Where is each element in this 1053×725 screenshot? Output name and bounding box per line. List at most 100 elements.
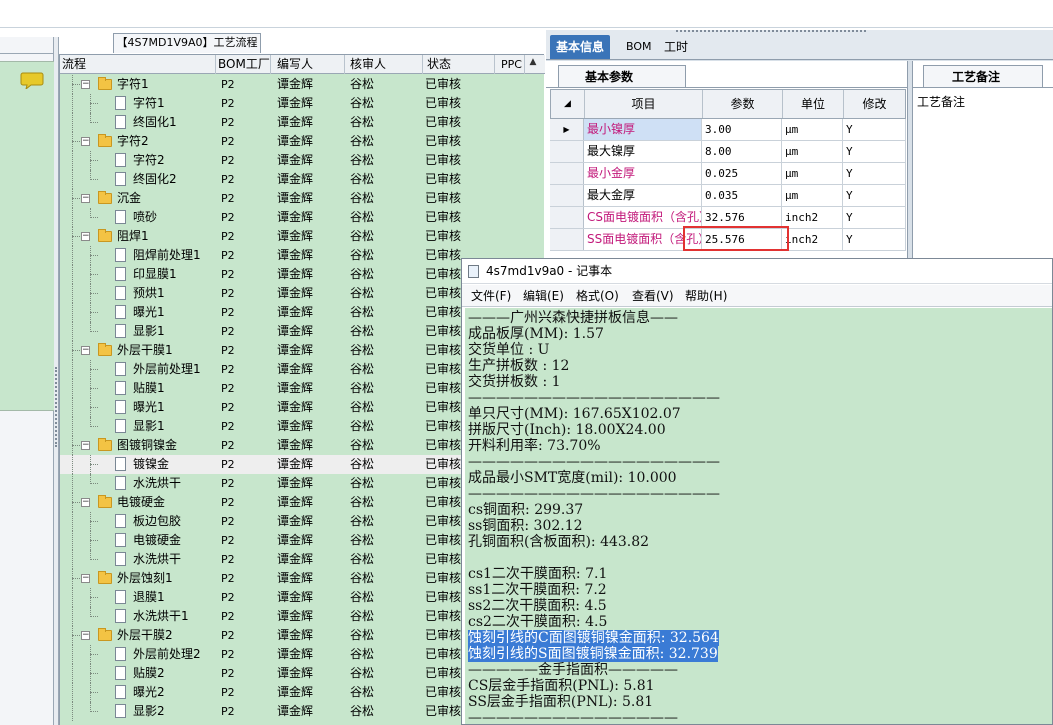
tree-connector: [72, 493, 73, 512]
tree-row-status: 已审核: [425, 343, 461, 357]
param-row[interactable]: 最大金厚 0.035 μm Y: [550, 185, 906, 207]
param-unit[interactable]: μm: [782, 185, 843, 206]
tree-item-row[interactable]: 喷砂 P2 谭金辉 谷松 已审核: [60, 208, 545, 227]
collapse-icon[interactable]: −: [81, 80, 90, 89]
tab-basic-info[interactable]: 基本信息: [550, 35, 611, 59]
row-selector-icon[interactable]: [550, 207, 584, 228]
notepad-line: ——————————————————: [468, 486, 720, 502]
process-notes-field[interactable]: 工艺备注: [917, 93, 965, 110]
tree-row-status: 已审核: [425, 590, 461, 604]
tree-item-row[interactable]: 终固化1 P2 谭金辉 谷松 已审核: [60, 113, 545, 132]
param-unit[interactable]: μm: [782, 141, 843, 162]
tree-connector: [72, 151, 73, 170]
collapse-icon[interactable]: −: [81, 631, 90, 640]
row-selector-icon[interactable]: [550, 163, 584, 184]
collapse-icon[interactable]: −: [81, 346, 90, 355]
param-name[interactable]: CS面电镀面积（含孔）: [584, 207, 702, 228]
param-modify[interactable]: Y: [843, 119, 906, 140]
notepad-selected-line: 蚀刻引线的S面图镀铜镍金面积: 32.739: [468, 646, 718, 662]
header-ppc[interactable]: PPC: [495, 55, 525, 74]
row-selector-icon[interactable]: ▶: [550, 119, 584, 140]
param-name[interactable]: 最小金厚: [584, 163, 702, 184]
grid-header-modify[interactable]: 修改: [844, 90, 905, 118]
param-value[interactable]: 8.00: [702, 141, 782, 162]
param-modify[interactable]: Y: [843, 185, 906, 206]
tab-basic-params[interactable]: 基本参数: [558, 65, 686, 87]
folder-icon: [98, 628, 112, 641]
tree-row-author: 谭金辉: [277, 571, 314, 585]
row-selector-icon[interactable]: [550, 229, 584, 250]
header-bom[interactable]: BOM工厂: [216, 55, 271, 74]
param-modify[interactable]: Y: [843, 141, 906, 162]
collapse-icon[interactable]: −: [81, 137, 90, 146]
grid-corner-icon[interactable]: ◢: [551, 90, 585, 118]
grid-header-unit[interactable]: 单位: [783, 90, 844, 118]
tab-bom[interactable]: BOM: [620, 35, 658, 59]
collapse-icon[interactable]: −: [81, 498, 90, 507]
param-value[interactable]: 0.035: [702, 185, 782, 206]
grid-header-param[interactable]: 参数: [703, 90, 783, 118]
tree-row-checker: 谷松: [350, 115, 375, 129]
tree-folder-row[interactable]: − 字符1 P2 谭金辉 谷松 已审核: [60, 75, 545, 94]
param-value[interactable]: 32.576: [702, 207, 782, 228]
document-icon: [115, 704, 126, 718]
tree-row-author: 谭金辉: [277, 324, 314, 338]
param-row[interactable]: 最大镍厚 8.00 μm Y: [550, 141, 906, 163]
tree-item-row[interactable]: 字符2 P2 谭金辉 谷松 已审核: [60, 151, 545, 170]
param-row[interactable]: ▶ 最小镍厚 3.00 μm Y: [550, 119, 906, 141]
param-unit[interactable]: μm: [782, 119, 843, 140]
header-status[interactable]: 状态: [423, 55, 495, 74]
tree-connector: [90, 160, 98, 161]
param-unit[interactable]: inch2: [782, 229, 843, 250]
param-row[interactable]: 最小金厚 0.025 μm Y: [550, 163, 906, 185]
tree-folder-row[interactable]: − 阻焊1 P2 谭金辉 谷松 已审核: [60, 227, 545, 246]
tree-connector: [90, 293, 98, 294]
tree-item-row[interactable]: 字符1 P2 谭金辉 谷松 已审核: [60, 94, 545, 113]
menu-format[interactable]: 格式(O): [576, 285, 619, 307]
panel-grip-icon[interactable]: [676, 30, 866, 33]
param-modify[interactable]: Y: [843, 229, 906, 250]
menu-help[interactable]: 帮助(H): [685, 285, 727, 307]
param-name[interactable]: 最大金厚: [584, 185, 702, 206]
tree-folder-row[interactable]: − 沉金 P2 谭金辉 谷松 已审核: [60, 189, 545, 208]
header-author[interactable]: 编写人: [271, 55, 345, 74]
tree-row-checker: 谷松: [350, 704, 375, 718]
param-modify[interactable]: Y: [843, 163, 906, 184]
tree-row-bom: P2: [221, 648, 235, 661]
document-icon: [115, 514, 126, 528]
menu-view[interactable]: 查看(V): [632, 285, 674, 307]
folder-icon: [98, 495, 112, 508]
menu-file[interactable]: 文件(F): [471, 285, 511, 307]
header-flow[interactable]: 流程: [60, 55, 216, 74]
tree-folder-row[interactable]: − 字符2 P2 谭金辉 谷松 已审核: [60, 132, 545, 151]
param-value[interactable]: 3.00: [702, 119, 782, 140]
tree-connector: [72, 531, 73, 550]
top-window-strip: [0, 0, 1053, 28]
scroll-up-icon[interactable]: ▲: [526, 57, 540, 71]
notepad-text-area[interactable]: ———广州兴森快捷拼板信息—— 成品板厚(MM): 1.57 交货单位 : U 生产拼…: [465, 308, 1052, 724]
param-unit[interactable]: μm: [782, 163, 843, 184]
menu-edit[interactable]: 编辑(E): [523, 285, 564, 307]
tab-work-hours[interactable]: 工时: [658, 35, 694, 59]
chat-bubble-icon[interactable]: [20, 71, 44, 89]
collapse-icon[interactable]: −: [81, 441, 90, 450]
tree-item-row[interactable]: 终固化2 P2 谭金辉 谷松 已审核: [60, 170, 545, 189]
param-name[interactable]: 最小镍厚: [584, 119, 702, 140]
param-modify[interactable]: Y: [843, 207, 906, 228]
tree-row-bom: P2: [221, 135, 235, 148]
collapse-icon[interactable]: −: [81, 574, 90, 583]
collapse-icon[interactable]: −: [81, 232, 90, 241]
collapse-icon[interactable]: −: [81, 194, 90, 203]
tab-process-notes[interactable]: 工艺备注: [923, 65, 1043, 87]
param-value[interactable]: 0.025: [702, 163, 782, 184]
notepad-title-bar[interactable]: 4s7md1v9a0 - 记事本: [462, 259, 1052, 284]
header-checker[interactable]: 核审人: [345, 55, 423, 74]
row-selector-icon[interactable]: [550, 185, 584, 206]
grid-header-item[interactable]: 项目: [585, 90, 703, 118]
param-name[interactable]: 最大镍厚: [584, 141, 702, 162]
tree-row-author: 谭金辉: [277, 457, 314, 471]
tree-row-checker: 谷松: [350, 438, 375, 452]
tree-row-status: 已审核: [425, 96, 461, 110]
param-unit[interactable]: inch2: [782, 207, 843, 228]
row-selector-icon[interactable]: [550, 141, 584, 162]
